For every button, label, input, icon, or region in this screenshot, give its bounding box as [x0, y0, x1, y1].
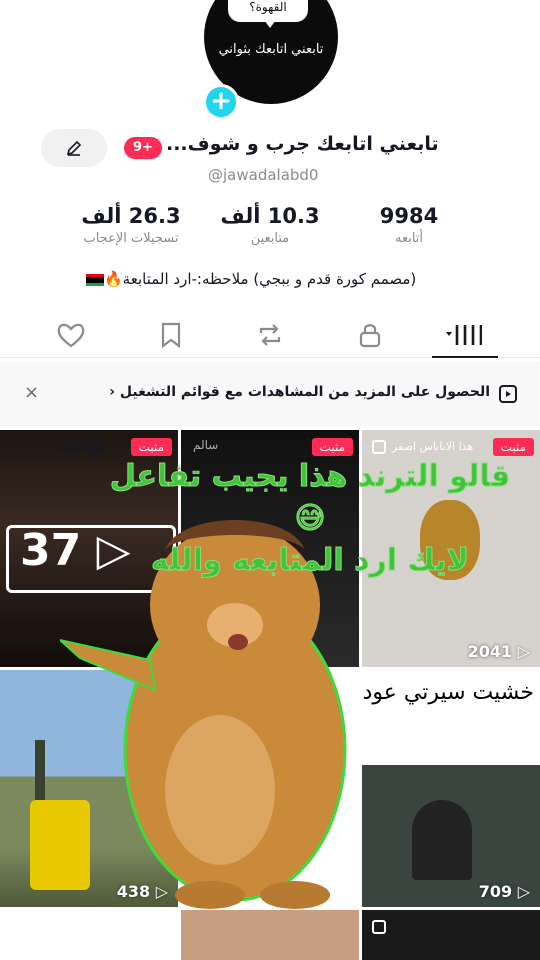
overlay-caption-line1: قالو الترند هذا يجيب تفاعل 😅	[109, 459, 511, 537]
banner-text: الحصول على المزيد من المشاهدات مع قوائم …	[109, 384, 490, 400]
profile-bio: (مصمم كورة قدم و ببجي) ملاحظه:-ارد المتا…	[86, 270, 416, 288]
avatar-speech-bubble: القهوة؟	[228, 0, 308, 22]
profile-username: تابعني اتابعك جرب و شوف...	[166, 133, 439, 155]
view-count: 438 ▷	[117, 882, 168, 901]
overlay-caption-line2: لايك ارد المتابعه والله	[150, 543, 470, 579]
bio-text: (مصمم كورة قدم و ببجي) ملاحظه:-ارد المتا…	[104, 270, 417, 288]
profile-tabs	[0, 312, 540, 358]
video-tile[interactable]: 438 ▷	[0, 670, 178, 907]
stat-following-label: أتابعه	[394, 231, 424, 246]
tab-videos[interactable]	[446, 318, 482, 352]
pinned-badge: مثبت	[311, 438, 353, 456]
speech-bubble-tail	[264, 20, 276, 28]
view-count-value: 2041	[467, 642, 513, 661]
libya-flag-icon	[86, 273, 104, 286]
active-tab-indicator	[432, 356, 498, 358]
playlist-icon	[499, 385, 517, 403]
video-tile[interactable]	[181, 910, 359, 960]
multi-photo-icon	[372, 920, 386, 934]
view-count: 709 ▷	[479, 882, 530, 901]
notification-badge[interactable]: 9+	[124, 137, 162, 159]
stat-followers-value: 10.3 ألف	[220, 204, 320, 228]
pinned-badge: مثبت	[130, 438, 172, 456]
view-count: 2041 ▷	[468, 642, 530, 661]
video-tile[interactable]	[0, 910, 178, 960]
lock-icon	[359, 324, 381, 348]
stat-likes-label: تسجيلات الإعجاب	[83, 231, 179, 246]
video-caption: خشيت سيرتي عودي و انت لب	[362, 680, 534, 705]
tab-favorites[interactable]	[153, 318, 189, 352]
toy-image	[30, 800, 90, 890]
close-icon[interactable]: ×	[24, 382, 39, 403]
stat-likes: 26.3 ألف تسجيلات الإعجاب	[56, 204, 206, 246]
play-icon: ▷	[517, 642, 530, 661]
stat-followers-label: متابعين	[250, 231, 290, 246]
stat-following-value: 9984	[379, 204, 439, 228]
view-count-value: 438	[116, 882, 151, 901]
tab-reposts[interactable]	[252, 318, 288, 352]
tab-private[interactable]	[352, 318, 388, 352]
pinned-badge: مثبت	[492, 438, 534, 456]
edit-profile-button[interactable]	[41, 129, 107, 167]
overlay-caption: قالو الترند هذا يجيب تفاعل 😅 لايك ارد ال…	[100, 456, 520, 582]
profile-handle: @jawadalabd0	[208, 166, 319, 184]
heart-icon	[57, 323, 85, 348]
multi-photo-icon	[372, 440, 386, 454]
playlist-banner[interactable]: الحصول على المزيد من المشاهدات مع قوائم …	[0, 362, 540, 426]
play-icon: ▷	[155, 882, 168, 901]
stat-followers[interactable]: 10.3 ألف متابعين	[200, 204, 340, 246]
player-image	[412, 800, 472, 880]
view-count-value: 37	[20, 525, 82, 576]
avatar-text: تابعني اتابعك بثواني	[218, 42, 324, 57]
stat-likes-value: 26.3 ألف	[81, 204, 181, 228]
tab-liked[interactable]	[53, 318, 89, 352]
grid-dropdown-icon	[446, 325, 482, 345]
repost-icon	[259, 324, 281, 346]
video-tile[interactable]: خشيت سيرتي عودي و انت لب 709 ▷	[362, 670, 540, 907]
add-story-button[interactable]: +	[203, 84, 239, 120]
pencil-icon	[66, 140, 82, 156]
view-count-value: 709	[478, 882, 513, 901]
play-icon: ▷	[517, 882, 530, 901]
video-caption: هذا الاناناس اصفر	[392, 440, 474, 453]
bookmark-icon	[161, 322, 181, 349]
video-caption: سالم	[193, 438, 219, 452]
video-tile[interactable]	[362, 910, 540, 960]
stat-following[interactable]: 9984 أتابعه	[350, 204, 468, 246]
